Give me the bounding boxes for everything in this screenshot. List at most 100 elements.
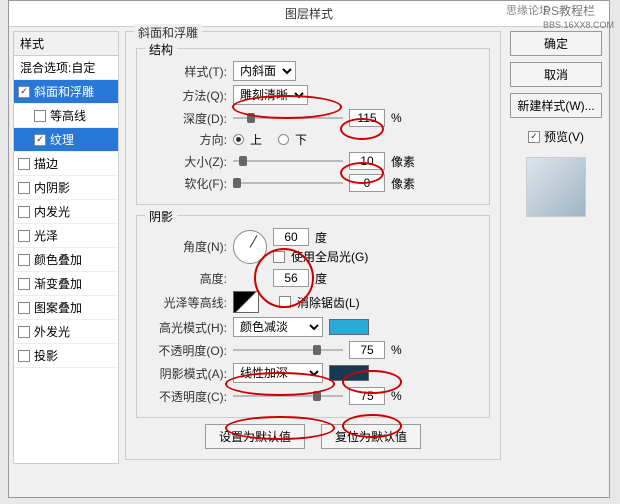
size-label: 大小(Z): — [147, 153, 227, 170]
unit-percent: % — [391, 343, 402, 357]
item-label: 内发光 — [34, 203, 70, 220]
highlight-opacity-input[interactable] — [349, 341, 385, 359]
shadow-color-swatch[interactable] — [329, 365, 369, 381]
watermark-text: PS教程栏 BBS.16XX8.COM — [543, 2, 614, 31]
checkbox-icon[interactable] — [18, 206, 30, 218]
size-slider[interactable] — [233, 155, 343, 167]
depth-input[interactable] — [349, 109, 385, 127]
depth-label: 深度(D): — [147, 110, 227, 127]
right-panel: 确定 取消 新建样式(W)... 预览(V) — [507, 31, 605, 464]
satin-item[interactable]: 光泽 — [14, 224, 118, 248]
highlight-color-swatch[interactable] — [329, 319, 369, 335]
stroke-item[interactable]: 描边 — [14, 152, 118, 176]
contour-item[interactable]: 等高线 — [14, 104, 118, 128]
unit-deg: 度 — [315, 270, 327, 287]
layer-style-dialog: 图层样式 样式 混合选项:自定 斜面和浮雕 等高线 纹理 描边 内阴影 内发光 … — [8, 0, 610, 498]
gloss-contour-picker[interactable] — [233, 291, 259, 313]
checkbox-icon[interactable] — [18, 326, 30, 338]
angle-label: 角度(N): — [147, 238, 227, 255]
styles-header: 样式 — [14, 32, 118, 56]
soften-label: 软化(F): — [147, 175, 227, 192]
gloss-contour-label: 光泽等高线: — [147, 294, 227, 311]
ok-button[interactable]: 确定 — [510, 31, 602, 56]
shading-subgroup: 阴影 角度(N): 度 使用全局光(G) — [136, 215, 490, 418]
preview-label: 预览(V) — [544, 128, 584, 145]
direction-up-radio[interactable] — [233, 134, 244, 145]
item-label: 斜面和浮雕 — [34, 83, 94, 100]
item-label: 内阴影 — [34, 179, 70, 196]
color-overlay-item[interactable]: 颜色叠加 — [14, 248, 118, 272]
item-label: 渐变叠加 — [34, 275, 82, 292]
checkbox-icon[interactable] — [18, 278, 30, 290]
checkbox-icon[interactable] — [34, 134, 46, 146]
inner-glow-item[interactable]: 内发光 — [14, 200, 118, 224]
global-light-label: 使用全局光(G) — [291, 248, 368, 265]
altitude-label: 高度: — [147, 270, 227, 287]
checkbox-icon[interactable] — [34, 110, 46, 122]
preview-thumbnail — [526, 157, 586, 217]
style-label: 样式(T): — [147, 63, 227, 80]
unit-percent: % — [391, 111, 402, 125]
soften-input[interactable] — [349, 174, 385, 192]
checkbox-icon[interactable] — [18, 158, 30, 170]
highlight-mode-label: 高光模式(H): — [147, 319, 227, 336]
drop-shadow-item[interactable]: 投影 — [14, 344, 118, 368]
item-label: 颜色叠加 — [34, 251, 82, 268]
checkbox-icon[interactable] — [18, 230, 30, 242]
set-default-button[interactable]: 设置为默认值 — [205, 424, 305, 449]
inner-shadow-item[interactable]: 内阴影 — [14, 176, 118, 200]
shadow-mode-select[interactable]: 线性加深 — [233, 363, 323, 383]
shadow-opacity-slider[interactable] — [233, 390, 343, 402]
checkbox-icon[interactable] — [18, 302, 30, 314]
style-select[interactable]: 内斜面 — [233, 61, 296, 81]
subgroup-title: 阴影 — [145, 208, 177, 225]
highlight-opacity-label: 不透明度(O): — [147, 342, 227, 359]
cancel-button[interactable]: 取消 — [510, 62, 602, 87]
structure-subgroup: 结构 样式(T): 内斜面 方法(Q): 雕刻清晰 深度(D): % — [136, 48, 490, 205]
shadow-opacity-input[interactable] — [349, 387, 385, 405]
group-title: 斜面和浮雕 — [134, 24, 202, 41]
pattern-overlay-item[interactable]: 图案叠加 — [14, 296, 118, 320]
gradient-overlay-item[interactable]: 渐变叠加 — [14, 272, 118, 296]
depth-slider[interactable] — [233, 112, 343, 124]
unit-px: 像素 — [391, 153, 415, 170]
direction-label: 方向: — [147, 131, 227, 148]
unit-px: 像素 — [391, 175, 415, 192]
settings-panel: 斜面和浮雕 结构 样式(T): 内斜面 方法(Q): 雕刻清晰 深度(D): — [125, 31, 501, 464]
subgroup-title: 结构 — [145, 41, 177, 58]
soften-slider[interactable] — [233, 177, 343, 189]
checkbox-icon[interactable] — [18, 254, 30, 266]
texture-item[interactable]: 纹理 — [14, 128, 118, 152]
new-style-button[interactable]: 新建样式(W)... — [510, 93, 602, 118]
item-label: 外发光 — [34, 323, 70, 340]
preview-checkbox[interactable] — [528, 131, 540, 143]
outer-glow-item[interactable]: 外发光 — [14, 320, 118, 344]
direction-down-radio[interactable] — [278, 134, 289, 145]
angle-wheel[interactable] — [233, 230, 267, 264]
antialias-label: 消除锯齿(L) — [297, 294, 360, 311]
highlight-mode-select[interactable]: 颜色减淡 — [233, 317, 323, 337]
item-label: 纹理 — [50, 131, 74, 148]
unit-percent: % — [391, 389, 402, 403]
angle-input[interactable] — [273, 228, 309, 246]
size-input[interactable] — [349, 152, 385, 170]
global-light-checkbox[interactable] — [273, 251, 285, 263]
item-label: 图案叠加 — [34, 299, 82, 316]
checkbox-icon[interactable] — [18, 86, 30, 98]
unit-deg: 度 — [315, 229, 327, 246]
technique-select[interactable]: 雕刻清晰 — [233, 85, 308, 105]
bevel-emboss-item[interactable]: 斜面和浮雕 — [14, 80, 118, 104]
item-label: 投影 — [34, 347, 58, 364]
item-label: 等高线 — [50, 107, 86, 124]
highlight-opacity-slider[interactable] — [233, 344, 343, 356]
antialias-checkbox[interactable] — [279, 296, 291, 308]
reset-default-button[interactable]: 复位为默认值 — [321, 424, 421, 449]
checkbox-icon[interactable] — [18, 182, 30, 194]
technique-label: 方法(Q): — [147, 87, 227, 104]
altitude-input[interactable] — [273, 269, 309, 287]
checkbox-icon[interactable] — [18, 350, 30, 362]
shadow-mode-label: 阴影模式(A): — [147, 365, 227, 382]
blend-options-item[interactable]: 混合选项:自定 — [14, 56, 118, 80]
styles-list: 样式 混合选项:自定 斜面和浮雕 等高线 纹理 描边 内阴影 内发光 光泽 颜色… — [13, 31, 119, 464]
bevel-group: 斜面和浮雕 结构 样式(T): 内斜面 方法(Q): 雕刻清晰 深度(D): — [125, 31, 501, 460]
